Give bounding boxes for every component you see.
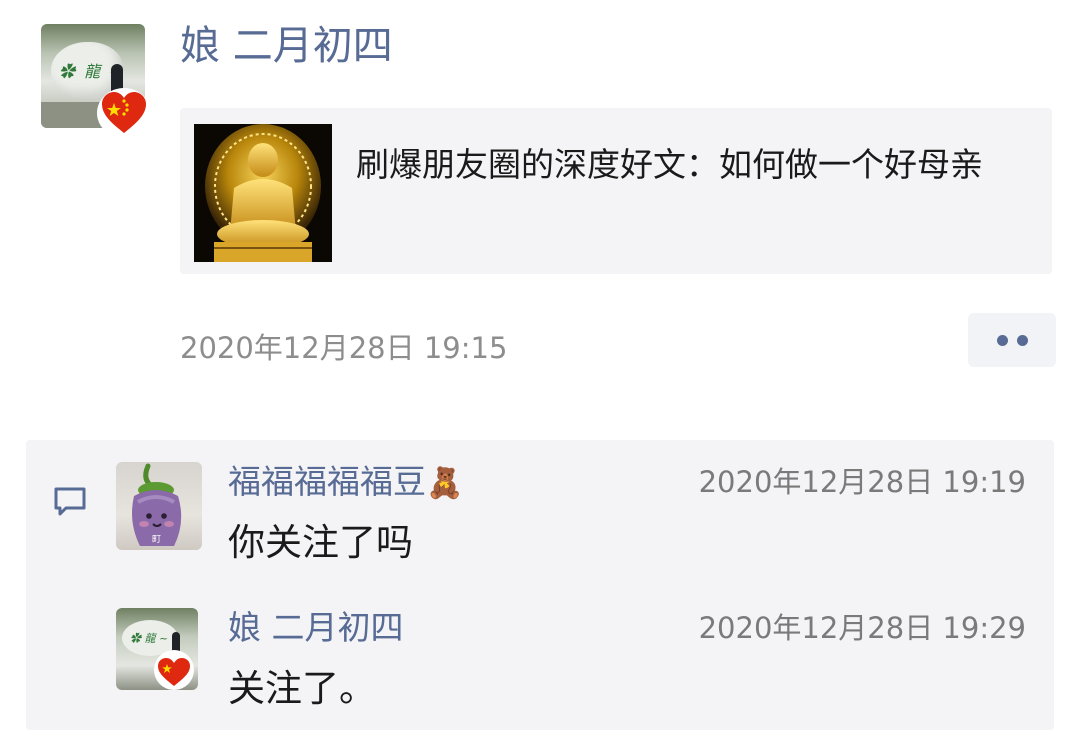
comment-text: 关注了。 <box>228 667 376 710</box>
comment-time: 2020年12月28日 19:29 <box>698 611 1026 645</box>
eggplant-plush-avatar[interactable]: 町 <box>116 462 202 550</box>
svg-text:町: 町 <box>152 535 161 545</box>
comment-section: 町 福福福福福豆🧸 2020年12月28日 19:19 你关注了吗 ✿ 龍 ~ … <box>26 440 1054 730</box>
poster-avatar[interactable]: ✿ 龍 ~ <box>41 24 151 138</box>
more-actions-button[interactable] <box>968 313 1056 367</box>
comment-bubble-icon <box>52 486 88 522</box>
comment-text: 你关注了吗 <box>228 521 413 564</box>
comment-time: 2020年12月28日 19:19 <box>698 465 1026 499</box>
moments-post-page: ✿ 龍 ~ 娘 二月初四 刷爆朋友圈的深度好文：如何做一个好母亲 2020年12… <box>0 0 1080 751</box>
post-timestamp: 2020年12月28日 19:15 <box>180 331 508 365</box>
commenter-name[interactable]: 福福福福福豆🧸 <box>228 458 463 508</box>
teddy-bear-emoji-icon: 🧸 <box>426 466 464 501</box>
link-title: 刷爆朋友圈的深度好文：如何做一个好母亲 <box>356 145 983 184</box>
svg-text:✿ 龍 ~: ✿ 龍 ~ <box>130 632 168 645</box>
golden-buddha-image <box>194 124 332 262</box>
two-dots-more-icon <box>996 334 1008 346</box>
poster-name[interactable]: 娘 二月初四 <box>180 18 393 74</box>
commenter-name[interactable]: 娘 二月初四 <box>228 604 404 652</box>
commenter-avatar[interactable]: ✿ 龍 ~ <box>116 608 198 690</box>
shared-link-card[interactable]: 刷爆朋友圈的深度好文：如何做一个好母亲 <box>180 108 1052 274</box>
heart-flag-icon <box>97 88 151 138</box>
